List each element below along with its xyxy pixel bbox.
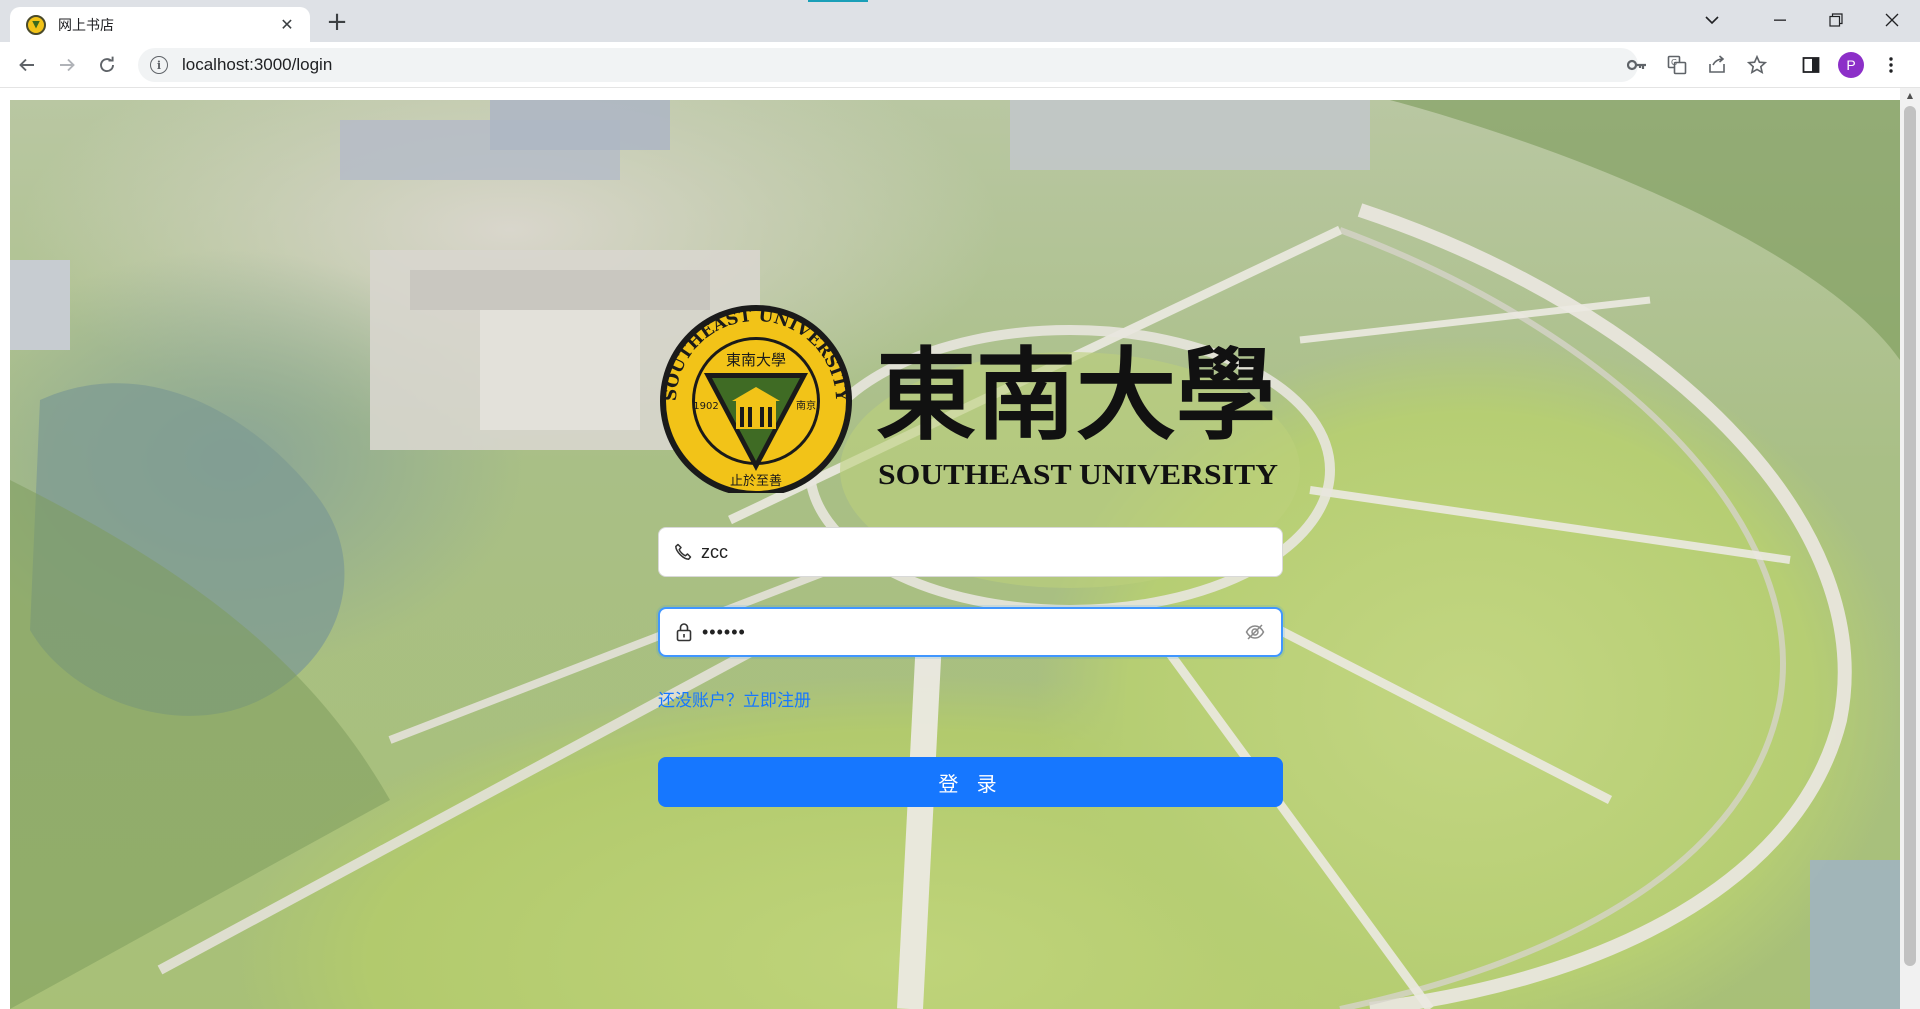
username-value[interactable]: zcc: [701, 542, 1268, 563]
close-window-button[interactable]: [1864, 0, 1920, 40]
university-logo: SOUTHEAST UNIVERSITY 東南大學 1902 南京 止於至善 東…: [658, 303, 1283, 497]
register-link[interactable]: 还没账户？立即注册: [658, 686, 811, 711]
close-tab-icon[interactable]: ✕: [276, 14, 298, 36]
emblem-year: 1902: [693, 401, 718, 412]
url-text[interactable]: localhost:3000/login: [182, 55, 332, 75]
seu-emblem: SOUTHEAST UNIVERSITY 東南大學 1902 南京 止於至善 東…: [660, 305, 1278, 497]
bookmark-star-icon[interactable]: [1742, 50, 1772, 80]
eye-invisible-icon[interactable]: [1243, 620, 1267, 644]
tab-loading-indicator: [808, 0, 868, 2]
forward-arrow-icon[interactable]: [52, 50, 82, 80]
back-arrow-icon[interactable]: [12, 50, 42, 80]
tab-strip: 网上书店 ✕ +: [0, 0, 1920, 42]
side-panel-icon[interactable]: [1796, 50, 1826, 80]
page-scrollbar[interactable]: ▲: [1900, 88, 1920, 1009]
site-info-icon[interactable]: i: [150, 56, 168, 74]
browser-tab[interactable]: 网上书店 ✕: [10, 7, 310, 42]
tab-search-chevron-icon[interactable]: [1682, 0, 1742, 40]
page-viewport: SOUTHEAST UNIVERSITY 東南大學 1902 南京 止於至善 東…: [0, 88, 1920, 1009]
emblem-motto: 止於至善: [730, 473, 782, 489]
minimize-button[interactable]: [1752, 0, 1808, 40]
svg-text:G: G: [1671, 58, 1677, 67]
key-icon[interactable]: [1622, 50, 1652, 80]
profile-avatar[interactable]: P: [1838, 52, 1864, 78]
emblem-inner-title: 東南大學: [726, 351, 786, 369]
seu-emblem-icon: [26, 14, 46, 35]
new-tab-button[interactable]: +: [322, 8, 352, 38]
menu-kebab-icon[interactable]: [1876, 50, 1906, 80]
scrollbar-thumb[interactable]: [1904, 106, 1916, 966]
toolbar-right: P: [1796, 50, 1906, 80]
login-button[interactable]: 登 录: [658, 757, 1283, 807]
wordmark-chinese: 東南大學: [876, 336, 1276, 454]
browser-toolbar: i localhost:3000/login G P: [0, 42, 1920, 88]
omnibox-actions: G: [1622, 50, 1772, 80]
phone-icon: [673, 542, 693, 562]
restore-button[interactable]: [1808, 0, 1864, 40]
wordmark-english: SOUTHEAST UNIVERSITY: [878, 460, 1278, 491]
password-value[interactable]: ••••••: [702, 622, 1243, 643]
username-field[interactable]: zcc: [658, 527, 1283, 577]
address-bar[interactable]: i localhost:3000/login: [138, 48, 1638, 82]
window-controls: [1682, 0, 1920, 40]
tab-title: 网上书店: [58, 17, 114, 34]
password-field[interactable]: ••••••: [658, 607, 1283, 657]
lock-icon: [674, 622, 694, 642]
share-icon[interactable]: [1702, 50, 1732, 80]
reload-icon[interactable]: [92, 50, 122, 80]
scroll-up-arrow-icon[interactable]: ▲: [1904, 90, 1916, 102]
emblem-city: 南京: [796, 399, 816, 412]
translate-icon[interactable]: G: [1662, 50, 1692, 80]
